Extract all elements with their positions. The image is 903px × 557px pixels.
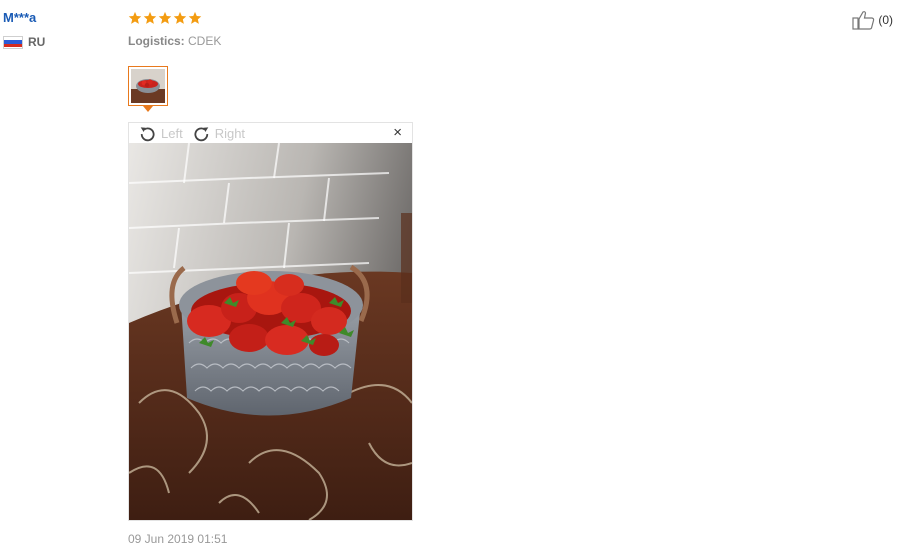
logistics-info: Logistics: CDEK [128,34,888,48]
close-icon[interactable]: × [393,123,402,143]
like-count: (0) [878,13,893,27]
star-rating [128,9,888,26]
review-photo-thumbnail[interactable] [128,66,168,106]
rotate-right-button[interactable]: Right [193,125,245,142]
country-code: RU [28,35,46,49]
rotate-left-button[interactable]: Left [139,125,183,142]
viewer-toolbar: Left Right × [129,123,412,143]
star-icon [143,11,157,24]
logistics-value: CDEK [188,34,222,48]
rotate-right-label: Right [214,125,246,141]
reviewer-name[interactable]: M***a [3,10,45,25]
review-content: Logistics: CDEK [128,9,888,48]
thumbnail-selected-indicator [143,106,153,112]
star-icon [188,11,202,24]
thumbs-up-icon [852,11,875,30]
rotate-left-icon [140,126,155,141]
thumbnail-image [131,69,165,103]
like-button[interactable]: (0) [852,10,893,30]
logistics-label: Logistics: [128,34,185,48]
review-photo [129,143,412,520]
flag-ru-icon [3,35,23,49]
star-icon [128,11,142,24]
photo-viewer: Left Right × [128,122,413,521]
star-icon [158,11,172,24]
reviewer-info: M***a RU [3,10,45,49]
rotate-right-icon [194,126,208,141]
star-icon [173,11,187,24]
reviewer-country: RU [3,35,45,49]
review-date: 09 Jun 2019 01:51 [128,532,228,546]
rotate-left-label: Left [161,125,183,141]
